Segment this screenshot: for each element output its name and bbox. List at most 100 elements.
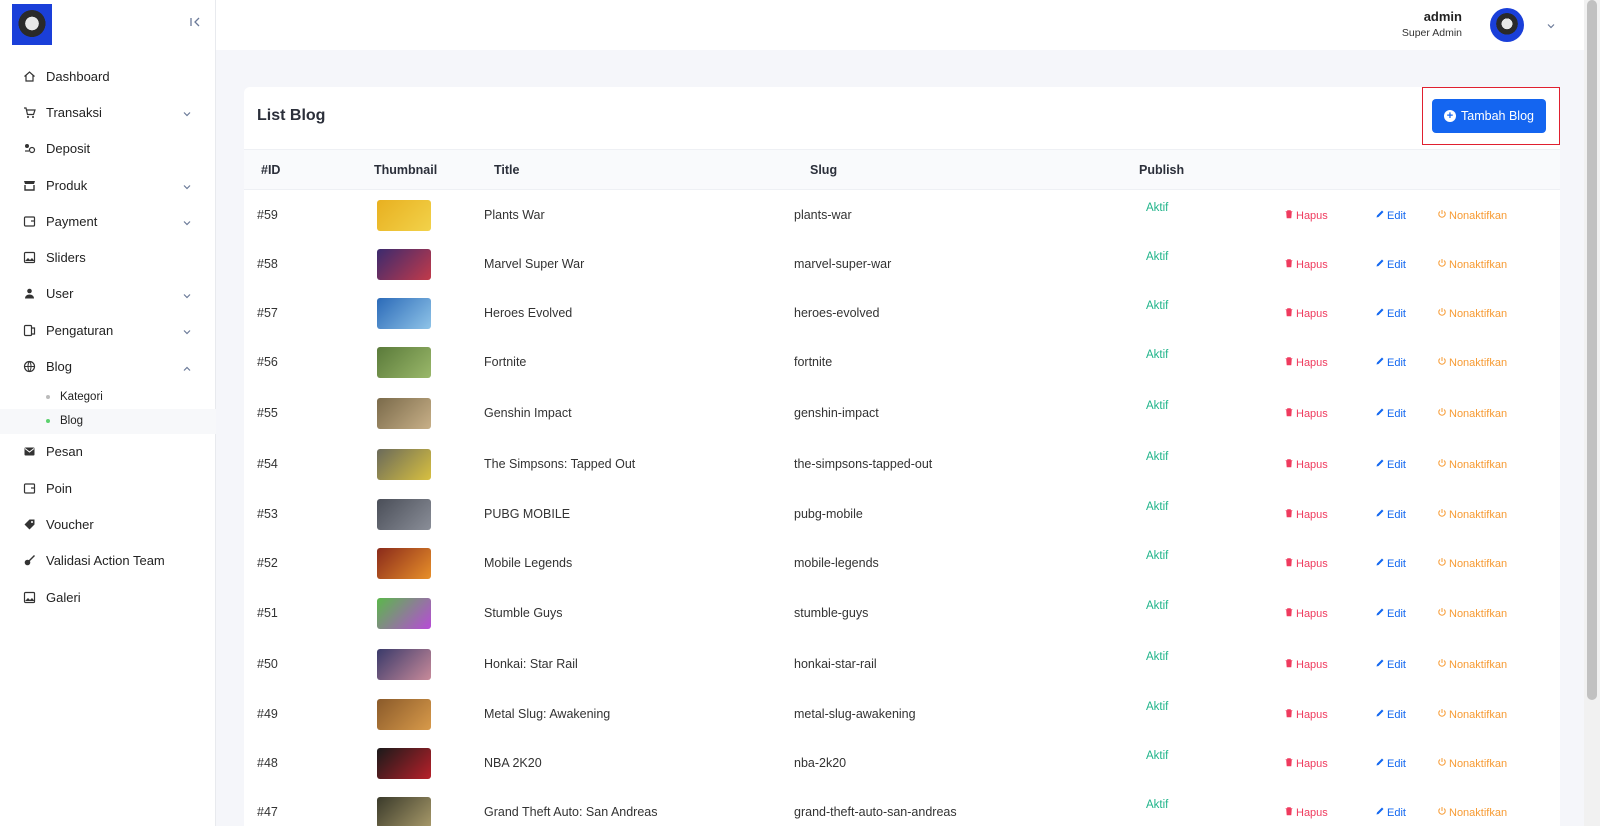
table-row: #56 Fortnite fortnite Aktif Hapus Edit Nonakti… xyxy=(244,338,1560,387)
deactivate-button[interactable]: Nonaktifkan xyxy=(1437,658,1507,671)
row-thumbnail xyxy=(377,249,431,280)
power-icon xyxy=(1437,356,1447,369)
row-slug: the-simpsons-tapped-out xyxy=(794,457,933,471)
sidebar-item-galeri[interactable]: Galeri xyxy=(0,579,216,615)
delete-label: Hapus xyxy=(1296,209,1328,222)
delete-button[interactable]: Hapus xyxy=(1284,209,1328,222)
sidebar-item-voucher[interactable]: Voucher xyxy=(0,506,216,542)
delete-button[interactable]: Hapus xyxy=(1284,708,1328,721)
edit-button[interactable]: Edit xyxy=(1375,708,1406,721)
row-title: Genshin Impact xyxy=(484,406,572,420)
deactivate-button[interactable]: Nonaktifkan xyxy=(1437,258,1507,271)
chevron-up-icon xyxy=(182,362,192,372)
logo[interactable] xyxy=(12,4,52,45)
sidebar-subitem-kategori[interactable]: Kategori xyxy=(0,385,216,410)
sidebar-item-produk[interactable]: Produk xyxy=(0,167,216,203)
delete-button[interactable]: Hapus xyxy=(1284,258,1328,271)
edit-label: Edit xyxy=(1387,258,1406,271)
delete-label: Hapus xyxy=(1296,658,1328,671)
power-icon xyxy=(1437,757,1447,770)
delete-button[interactable]: Hapus xyxy=(1284,508,1328,521)
pencil-icon xyxy=(1375,258,1385,271)
delete-button[interactable]: Hapus xyxy=(1284,557,1328,570)
row-id: #56 xyxy=(257,355,278,369)
sidebar-item-payment[interactable]: Payment xyxy=(0,203,216,239)
edit-button[interactable]: Edit xyxy=(1375,407,1406,420)
trash-icon xyxy=(1284,307,1294,320)
deactivate-button[interactable]: Nonaktifkan xyxy=(1437,356,1507,369)
row-slug: honkai-star-rail xyxy=(794,657,877,671)
sidebar-item-blog[interactable]: Blog xyxy=(0,348,216,384)
delete-button[interactable]: Hapus xyxy=(1284,757,1328,770)
edit-button[interactable]: Edit xyxy=(1375,508,1406,521)
deactivate-button[interactable]: Nonaktifkan xyxy=(1437,557,1507,570)
edit-label: Edit xyxy=(1387,607,1406,620)
sidebar-item-dashboard[interactable]: Dashboard xyxy=(0,58,216,94)
sidebar-item-poin[interactable]: Poin xyxy=(0,470,216,506)
sidebar-subitem-blog[interactable]: Blog xyxy=(0,409,216,434)
deactivate-label: Nonaktifkan xyxy=(1449,557,1508,570)
deactivate-button[interactable]: Nonaktifkan xyxy=(1437,209,1507,222)
delete-button[interactable]: Hapus xyxy=(1284,806,1328,819)
edit-button[interactable]: Edit xyxy=(1375,658,1406,671)
deactivate-button[interactable]: Nonaktifkan xyxy=(1437,307,1507,320)
collapse-left-icon[interactable] xyxy=(188,16,202,32)
chevron-down-icon xyxy=(182,289,192,299)
deactivate-button[interactable]: Nonaktifkan xyxy=(1437,458,1507,471)
delete-label: Hapus xyxy=(1296,458,1328,471)
delete-button[interactable]: Hapus xyxy=(1284,458,1328,471)
edit-label: Edit xyxy=(1387,806,1406,819)
sidebar-item-pesan[interactable]: Pesan xyxy=(0,434,216,470)
delete-button[interactable]: Hapus xyxy=(1284,407,1328,420)
deactivate-button[interactable]: Nonaktifkan xyxy=(1437,607,1507,620)
sidebar-item-validasi-action-team[interactable]: Validasi Action Team xyxy=(0,543,216,579)
delete-button[interactable]: Hapus xyxy=(1284,307,1328,320)
sidebar-item-deposit[interactable]: Deposit xyxy=(0,131,216,167)
sidebar-item-label: Pengaturan xyxy=(46,322,114,338)
wallet-icon xyxy=(23,215,36,228)
scrollbar[interactable] xyxy=(1584,0,1600,826)
delete-button[interactable]: Hapus xyxy=(1284,356,1328,369)
trash-icon xyxy=(1284,757,1294,770)
chevron-down-icon[interactable] xyxy=(1545,19,1557,31)
row-thumbnail xyxy=(377,298,431,329)
deactivate-button[interactable]: Nonaktifkan xyxy=(1437,407,1507,420)
pencil-icon xyxy=(1375,508,1385,521)
cart-icon xyxy=(23,106,36,119)
edit-button[interactable]: Edit xyxy=(1375,557,1406,570)
delete-label: Hapus xyxy=(1296,557,1328,570)
sidebar: Dashboard Transaksi Deposit Produk Payment Sl… xyxy=(0,0,216,826)
edit-button[interactable]: Edit xyxy=(1375,607,1406,620)
deactivate-button[interactable]: Nonaktifkan xyxy=(1437,806,1507,819)
delete-button[interactable]: Hapus xyxy=(1284,607,1328,620)
avatar[interactable] xyxy=(1490,8,1524,42)
chevron-down-icon xyxy=(182,216,192,226)
row-slug: mobile-legends xyxy=(794,556,879,570)
pencil-icon xyxy=(1375,209,1385,222)
table-row: #57 Heroes Evolved heroes-evolved Aktif Hapu… xyxy=(244,289,1560,338)
edit-button[interactable]: Edit xyxy=(1375,806,1406,819)
row-thumbnail xyxy=(377,499,431,530)
sidebar-item-transaksi[interactable]: Transaksi xyxy=(0,94,216,130)
scrollbar-thumb[interactable] xyxy=(1587,0,1597,700)
edit-button[interactable]: Edit xyxy=(1375,209,1406,222)
add-blog-button[interactable]: + Tambah Blog xyxy=(1432,99,1546,133)
edit-button[interactable]: Edit xyxy=(1375,307,1406,320)
sidebar-item-pengaturan[interactable]: Pengaturan xyxy=(0,312,216,348)
delete-button[interactable]: Hapus xyxy=(1284,658,1328,671)
trash-icon xyxy=(1284,607,1294,620)
deactivate-button[interactable]: Nonaktifkan xyxy=(1437,508,1507,521)
deactivate-button[interactable]: Nonaktifkan xyxy=(1437,708,1507,721)
sidebar-item-label: User xyxy=(46,286,74,302)
deactivate-button[interactable]: Nonaktifkan xyxy=(1437,757,1507,770)
chevron-down-icon xyxy=(182,107,192,117)
sidebar-item-user[interactable]: User xyxy=(0,276,216,312)
edit-button[interactable]: Edit xyxy=(1375,356,1406,369)
row-id: #55 xyxy=(257,406,278,420)
edit-label: Edit xyxy=(1387,356,1406,369)
edit-button[interactable]: Edit xyxy=(1375,458,1406,471)
sidebar-item-sliders[interactable]: Sliders xyxy=(0,239,216,275)
edit-button[interactable]: Edit xyxy=(1375,258,1406,271)
edit-button[interactable]: Edit xyxy=(1375,757,1406,770)
edit-label: Edit xyxy=(1387,757,1406,770)
